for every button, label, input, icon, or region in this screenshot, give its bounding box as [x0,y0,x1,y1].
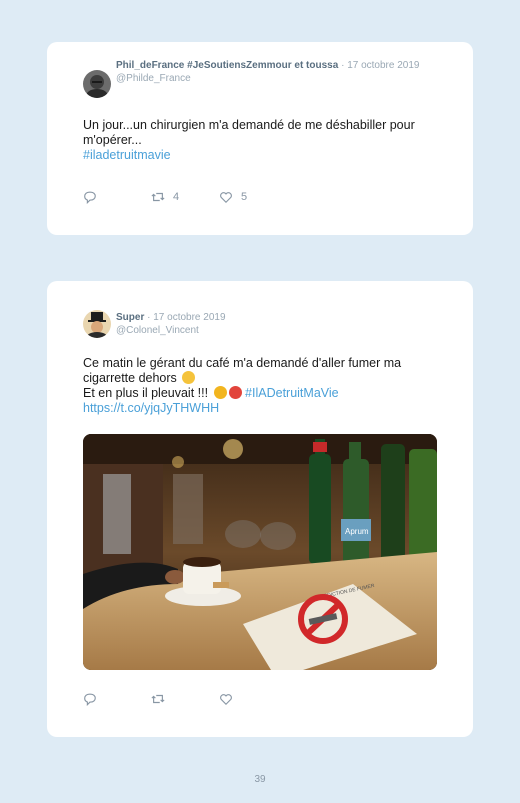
user-handle[interactable]: @Philde_France [116,73,191,84]
reply-icon [84,191,96,204]
tweet-header: Phil_deFrance #JeSoutiensZemmour et tous… [116,59,433,85]
page-number: 39 [254,774,266,785]
anxious-face-emoji-icon [182,371,196,384]
like-button[interactable]: 5 [219,190,247,204]
hashtag-link[interactable]: #IlADetruitMaVie [245,386,339,400]
avatar[interactable] [83,310,111,338]
screaming-face-emoji-icon [213,386,227,399]
display-name[interactable]: Super [116,312,144,323]
tweet-header: Super · 17 octobre 2019 @Colonel_Vincent [116,311,433,337]
retweet-button[interactable] [151,692,165,706]
retweet-button[interactable]: 4 [151,190,179,204]
retweet-count: 4 [173,191,180,203]
tweet-url-link[interactable]: https://t.co/yjqJyTHWHH [83,401,219,415]
tweet-text-content: Un jour...un chirurgien m'a demandé de m… [83,118,415,147]
reply-button[interactable] [83,190,97,204]
bottle-label: Aprum [345,527,369,536]
tweet-photo[interactable]: Aprum INTERDICTION DE FUMER [83,434,437,670]
like-count: 5 [241,191,248,203]
retweet-icon [151,694,165,704]
hashtag-link[interactable]: #iladetruitmavie [83,148,171,162]
separator: · [144,312,154,323]
retweet-icon [151,192,165,202]
user-handle[interactable]: @Colonel_Vincent [116,325,199,336]
display-name[interactable]: Phil_deFrance #JeSoutiensZemmour et tous… [116,60,338,71]
tweet-card: Phil_deFrance #JeSoutiensZemmour et tous… [47,42,473,235]
like-button[interactable] [219,692,233,706]
tweet-text-line1: Ce matin le gérant du café m'a demandé d… [83,356,402,385]
tweet-text: Ce matin le gérant du café m'a demandé d… [83,356,449,416]
tweet-text: Un jour...un chirurgien m'a demandé de m… [83,118,449,163]
angry-face-emoji-icon [228,386,242,399]
avatar[interactable] [83,70,111,98]
heart-icon [220,192,232,204]
separator: · [338,60,348,71]
reply-button[interactable] [83,692,97,706]
tweet-date[interactable]: 17 octobre 2019 [347,60,419,71]
tweet-card: Super · 17 octobre 2019 @Colonel_Vincent… [47,281,473,737]
heart-icon [220,694,232,706]
tweet-date[interactable]: 17 octobre 2019 [153,312,225,323]
tweet-text-line2: Et en plus il pleuvait !!! [83,386,209,400]
reply-icon [84,693,96,706]
